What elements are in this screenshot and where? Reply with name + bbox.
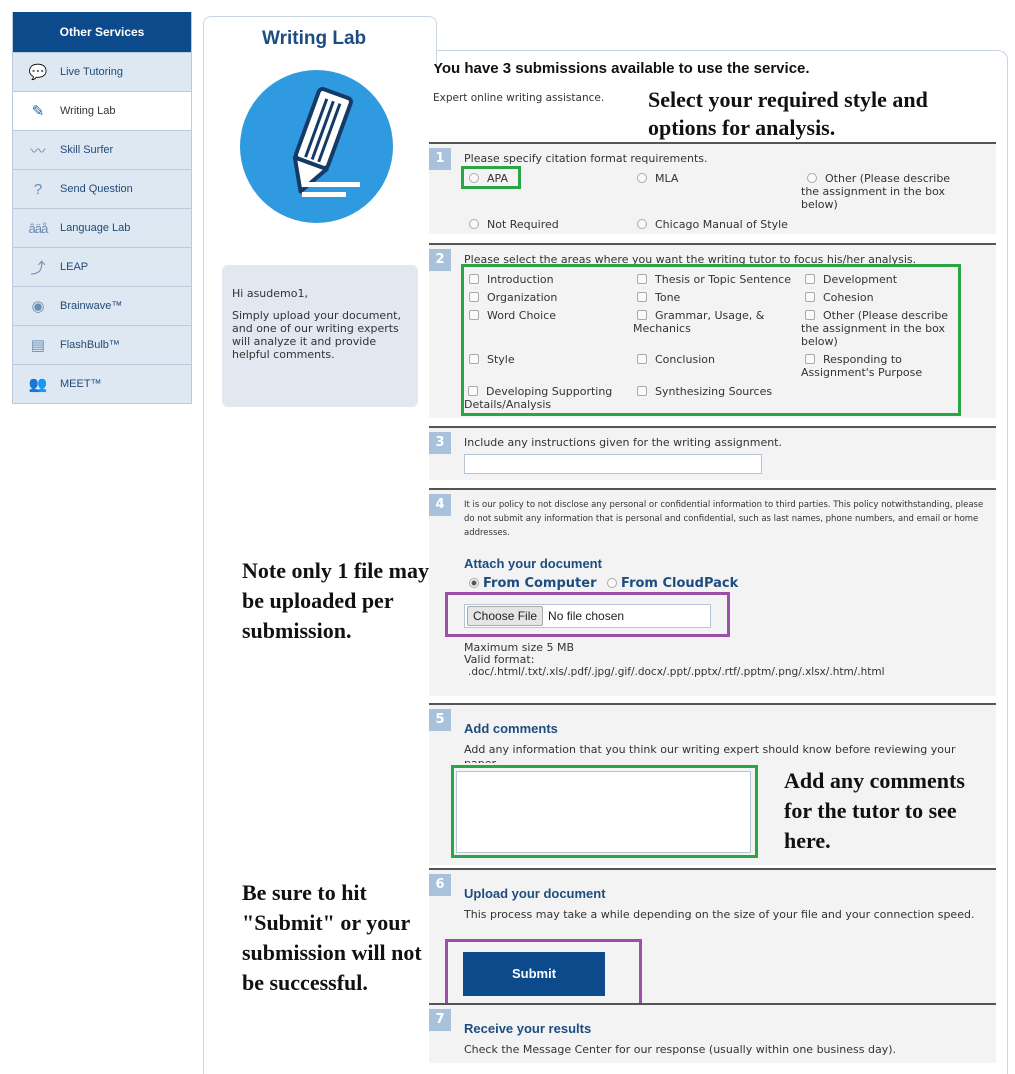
annotation-file: Note only 1 file may be uploaded per sub… bbox=[242, 558, 429, 643]
option-label: Chicago Manual of Style bbox=[655, 218, 788, 231]
highlight-submit bbox=[445, 939, 642, 1007]
radio-circle[interactable] bbox=[637, 219, 647, 229]
attach-title: Attach your document bbox=[464, 556, 602, 571]
chat-bubbles-icon: 💬 bbox=[28, 64, 48, 81]
people-icon: 👥 bbox=[28, 376, 48, 393]
submissions-available: You have 3 submissions available to use … bbox=[433, 60, 810, 77]
tab-title: Writing Lab bbox=[262, 28, 367, 49]
sidebar-item-label: FlashBulb™ bbox=[60, 339, 120, 351]
radio-chicago[interactable]: Chicago Manual of Style bbox=[637, 218, 788, 231]
sidebar-item-label: Brainwave™ bbox=[60, 300, 123, 312]
highlight-comments bbox=[451, 765, 758, 858]
sidebar-item-leap[interactable]: ⤴ LEAP bbox=[13, 247, 191, 286]
step-number: 2 bbox=[429, 249, 451, 271]
sidebar-item-live-tutoring[interactable]: 💬 Live Tutoring bbox=[13, 52, 191, 91]
privacy-policy: It is our policy to not disclose any per… bbox=[464, 500, 984, 538]
step-number: 4 bbox=[429, 494, 451, 516]
brain-icon: ◉ bbox=[31, 298, 45, 315]
option-label: From Computer bbox=[483, 576, 597, 591]
upload-title: Upload your document bbox=[464, 886, 606, 901]
step-number: 5 bbox=[429, 709, 451, 731]
sidebar-item-label: LEAP bbox=[60, 261, 89, 273]
radio-circle[interactable] bbox=[607, 578, 618, 588]
valid-format-label: Valid format: bbox=[464, 653, 535, 666]
annotation-submit: Be sure to hit "Submit" or your submissi… bbox=[242, 880, 422, 995]
pen-icon: ✎ bbox=[31, 103, 45, 120]
radio-not-required[interactable]: Not Required bbox=[469, 218, 559, 231]
pencil-icon bbox=[292, 87, 360, 197]
highlight-apa bbox=[461, 166, 521, 189]
instructions-input[interactable] bbox=[464, 454, 762, 474]
highlight-focus-areas bbox=[461, 264, 961, 416]
sidebar-item-brainwave[interactable]: ◉ Brainwave™ bbox=[13, 286, 191, 325]
citation-question: Please specify citation format requireme… bbox=[464, 152, 708, 165]
option-label: From CloudPack bbox=[621, 576, 739, 591]
radio-from-cloudpack[interactable]: From CloudPack bbox=[607, 576, 738, 591]
sidebar-item-label: Send Question bbox=[60, 183, 133, 195]
sidebar-item-label: Language Lab bbox=[60, 222, 131, 234]
annotation-comments: Add any comments for the tutor to see he… bbox=[784, 768, 965, 853]
other-services-sidebar: Other Services 💬 Live Tutoring ✎ Writing… bbox=[12, 12, 192, 404]
sidebar-item-flashbulb[interactable]: ▤ FlashBulb™ bbox=[13, 325, 191, 364]
radio-circle[interactable] bbox=[637, 173, 647, 183]
option-label: Other (Please describe the assignment in… bbox=[801, 172, 951, 211]
section-results: 7 Receive your results Check the Message… bbox=[429, 1003, 996, 1063]
greeting-box: Hi asudemo1, Simply upload your document… bbox=[222, 265, 418, 407]
option-label: Not Required bbox=[487, 218, 559, 231]
upload-text: This process may take a while depending … bbox=[464, 908, 975, 921]
radio-circle[interactable] bbox=[807, 173, 817, 183]
cards-icon: ▤ bbox=[30, 337, 46, 354]
section-instructions: 3 Include any instructions given for the… bbox=[429, 426, 996, 480]
highlight-file-input bbox=[445, 592, 730, 637]
source-radios: From Computer From CloudPack bbox=[469, 576, 738, 591]
sidebar-item-send-question[interactable]: ? Send Question bbox=[13, 169, 191, 208]
sidebar-item-meet[interactable]: 👥 MEET™ bbox=[13, 364, 191, 403]
instructions-question: Include any instructions given for the w… bbox=[464, 436, 782, 449]
sidebar-item-writing-lab[interactable]: ✎ Writing Lab bbox=[13, 91, 191, 130]
question-icon: ? bbox=[33, 180, 43, 198]
greeting-text: Simply upload your document, and one of … bbox=[232, 309, 401, 361]
sidebar-item-skill-surfer[interactable]: 〰 Skill Surfer bbox=[13, 130, 191, 169]
radio-other[interactable]: Other (Please describe the assignment in… bbox=[801, 172, 961, 211]
annotation-style: Select your required style and options f… bbox=[648, 87, 928, 140]
sidebar-item-label: Skill Surfer bbox=[60, 144, 114, 156]
step-number: 7 bbox=[429, 1009, 451, 1031]
valid-formats: .doc/.html/.txt/.xls/.pdf/.jpg/.gif/.doc… bbox=[468, 666, 885, 678]
comments-title: Add comments bbox=[464, 721, 558, 736]
radio-circle[interactable] bbox=[469, 219, 479, 229]
letters-icon: âäå bbox=[28, 220, 49, 236]
sidebar-item-label: MEET™ bbox=[60, 378, 102, 390]
file-info: Maximum size 5 MB Valid format: .doc/.ht… bbox=[464, 642, 885, 679]
sidebar-header: Other Services bbox=[13, 12, 191, 52]
sidebar-item-label: Live Tutoring bbox=[60, 66, 123, 78]
writing-lab-logo bbox=[240, 70, 393, 223]
results-text: Check the Message Center for our respons… bbox=[464, 1043, 897, 1056]
sidebar-item-language-lab[interactable]: âäå Language Lab bbox=[13, 208, 191, 247]
step-number: 3 bbox=[429, 432, 451, 454]
option-label: MLA bbox=[655, 172, 679, 185]
tab-writing-lab[interactable]: Writing Lab bbox=[203, 16, 437, 64]
step-number: 1 bbox=[429, 148, 451, 170]
radio-from-computer[interactable]: From Computer bbox=[469, 576, 596, 591]
greeting-hello: Hi asudemo1, bbox=[232, 287, 308, 300]
wave-icon: 〰 bbox=[30, 142, 46, 160]
radio-circle[interactable] bbox=[469, 578, 479, 588]
leap-icon: ⤴ bbox=[30, 259, 46, 277]
sidebar-item-label: Writing Lab bbox=[60, 105, 116, 117]
comments-text: Add any information that you think our w… bbox=[464, 743, 956, 763]
results-title: Receive your results bbox=[464, 1021, 592, 1036]
radio-mla[interactable]: MLA bbox=[637, 172, 678, 185]
expert-text: Expert online writing assistance. bbox=[433, 92, 605, 104]
